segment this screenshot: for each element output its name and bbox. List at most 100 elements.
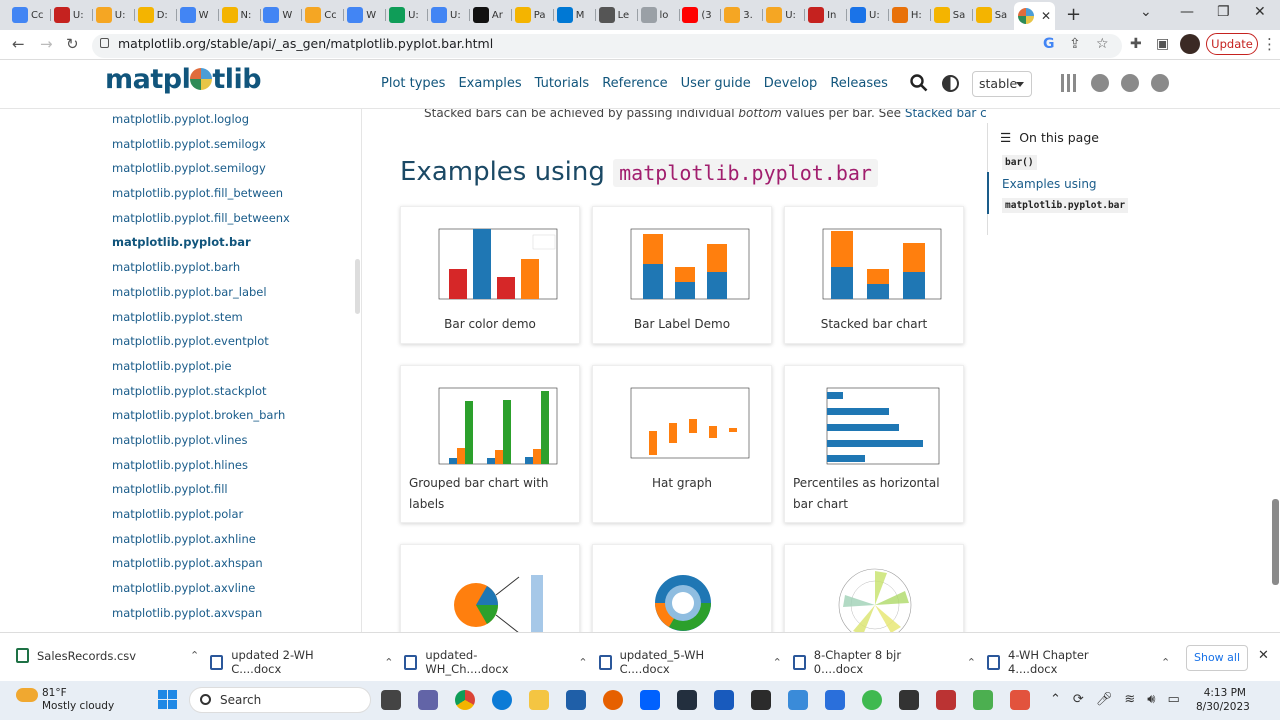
forward-icon[interactable]: → (40, 35, 53, 53)
example-card-percentiles-horizontal-bar[interactable]: Percentiles as horizontal bar chart (784, 365, 964, 523)
version-select[interactable]: stable (972, 71, 1032, 97)
task-view-icon[interactable] (381, 690, 401, 710)
sidebar-item[interactable]: matplotlib.pyplot.bar (112, 235, 290, 260)
example-card-nested-pie[interactable] (592, 544, 772, 632)
back-icon[interactable]: ← (12, 35, 25, 53)
taskbar-search[interactable]: Search (189, 687, 371, 713)
sidebar-item[interactable]: matplotlib.pyplot.eventplot (112, 334, 290, 359)
google-lens-icon[interactable]: G (1043, 36, 1055, 52)
weather-icon[interactable] (16, 688, 38, 702)
sidebar-item[interactable]: matplotlib.pyplot.axvline (112, 581, 290, 606)
chevron-up-icon[interactable]: ⌃ (578, 656, 587, 669)
sidebar-item[interactable]: matplotlib.pyplot.bar_label (112, 285, 290, 310)
discourse-icon[interactable] (1091, 74, 1109, 92)
clock[interactable]: 4:13 PM 8/30/2023 (1196, 686, 1250, 714)
browser-tab[interactable]: W (347, 4, 378, 26)
browser-tab[interactable]: U: (850, 4, 881, 26)
page-scrollbar[interactable] (1272, 499, 1279, 585)
sidebar-item[interactable]: matplotlib.pyplot.fill_betweenx (112, 211, 290, 236)
browser-menu-icon[interactable]: ⋮ (1262, 35, 1277, 53)
store-icon[interactable] (566, 690, 586, 710)
app-green-icon[interactable] (973, 690, 993, 710)
edge-icon[interactable] (492, 690, 512, 710)
example-card-stacked-bar-chart[interactable]: Stacked bar chart (784, 206, 964, 344)
chrome-icon[interactable] (455, 690, 475, 710)
firefox-icon[interactable] (603, 690, 623, 710)
download-item[interactable]: updated 2-WH C....docx ⌃ (210, 648, 393, 676)
download-item[interactable]: updated_5-WH C....docx ⌃ (598, 648, 782, 676)
sidebar-item[interactable]: matplotlib.pyplot.broken_barh (112, 408, 290, 433)
show-hidden-icons-icon[interactable]: ⌃ (1050, 692, 1061, 707)
browser-tab[interactable]: U: (766, 4, 797, 26)
browser-tab[interactable]: U: (389, 4, 420, 26)
browser-tab[interactable]: N: (221, 4, 253, 26)
example-card-hat-graph[interactable]: Hat graph (592, 365, 772, 523)
sidebar-item[interactable]: matplotlib.pyplot.fill_between (112, 186, 290, 211)
profile-avatar[interactable] (1180, 34, 1200, 54)
browser-tab[interactable]: Le (598, 4, 630, 26)
toc-entry-bar[interactable]: bar() (1002, 155, 1037, 170)
chevron-up-icon[interactable]: ⌃ (384, 656, 393, 669)
app-red-icon[interactable] (1010, 690, 1030, 710)
share-icon[interactable]: ⇪ (1069, 36, 1081, 52)
browser-tab[interactable]: U: (431, 4, 462, 26)
chevron-up-icon[interactable]: ⌃ (190, 649, 199, 662)
extensions-icon[interactable]: ✚ (1130, 36, 1142, 52)
download-item[interactable]: 4-WH Chapter 4....docx ⌃ (987, 648, 1170, 676)
sidebar-item[interactable]: matplotlib.pyplot.hlines (112, 458, 290, 483)
download-item[interactable]: updated-WH_Ch....docx ⌃ (404, 648, 588, 676)
maximize-icon[interactable]: ❐ (1217, 4, 1230, 20)
browser-tab[interactable]: Sa (933, 4, 965, 26)
close-window-icon[interactable]: ✕ (1254, 4, 1266, 20)
sidebar-item[interactable]: matplotlib.pyplot.semilogx (112, 137, 290, 162)
teams-chat-icon[interactable] (418, 690, 438, 710)
microphone-icon[interactable]: 🎤︎ (1096, 692, 1113, 707)
wifi-icon[interactable]: ≋ (1124, 692, 1135, 707)
download-item[interactable]: SalesRecords.csv ⌃ (16, 648, 199, 663)
sidebar-item[interactable]: matplotlib.pyplot.pie (112, 359, 290, 384)
browser-tab[interactable]: Cc (12, 4, 43, 26)
browser-tab[interactable]: U: (95, 4, 127, 26)
twitter-icon[interactable] (1151, 74, 1169, 92)
tab-search-chevron-icon[interactable]: ⌄ (1140, 4, 1152, 20)
chevron-up-icon[interactable]: ⌃ (967, 656, 976, 669)
nav-item-tutorials[interactable]: Tutorials (535, 76, 590, 91)
sidebar-scrollbar[interactable] (355, 259, 360, 314)
sidebar-item[interactable]: matplotlib.pyplot.semilogy (112, 161, 290, 186)
sidebar-item[interactable]: matplotlib.pyplot.axhline (112, 532, 290, 557)
bookmark-star-icon[interactable]: ☆ (1096, 36, 1109, 52)
search-icon[interactable] (910, 74, 928, 92)
file-explorer-icon[interactable] (529, 690, 549, 710)
theme-toggle-icon[interactable] (942, 75, 959, 92)
example-card-bar-of-pie[interactable] (400, 544, 580, 632)
sidebar-item[interactable]: matplotlib.pyplot.stem (112, 310, 290, 335)
browser-tab[interactable]: 3. (724, 4, 755, 26)
show-all-button[interactable]: Show all (1186, 645, 1248, 671)
url-text[interactable]: matplotlib.org/stable/api/_as_gen/matplo… (118, 36, 493, 51)
browser-tab[interactable]: Cc (305, 4, 336, 26)
stacked-bar-chart-link[interactable]: Stacked bar chart (905, 109, 987, 120)
sync-icon[interactable]: ⟳ (1073, 692, 1084, 707)
browser-tab[interactable]: U: (53, 4, 85, 26)
browser-tab[interactable]: In (808, 4, 839, 26)
amazon-icon[interactable] (677, 690, 697, 710)
example-card-grouped-bar-chart[interactable]: Grouped bar chart with labels (400, 365, 580, 523)
browser-tab[interactable]: Sa (975, 4, 1007, 26)
cloud-icon[interactable] (788, 690, 808, 710)
nav-item-releases[interactable]: Releases (830, 76, 888, 91)
nav-item-user-guide[interactable]: User guide (681, 76, 751, 91)
browser-tab[interactable]: D: (137, 4, 169, 26)
sidebar-item[interactable]: matplotlib.pyplot.loglog (112, 112, 290, 137)
word-icon[interactable] (714, 690, 734, 710)
close-download-bar-icon[interactable]: ✕ (1258, 648, 1269, 663)
terminal-icon[interactable] (899, 690, 919, 710)
pycharm-icon[interactable] (751, 690, 771, 710)
sidebar-item[interactable]: matplotlib.pyplot.stackplot (112, 384, 290, 409)
toc-entry-examples-code[interactable]: matplotlib.pyplot.bar (1002, 198, 1129, 213)
battery-icon[interactable]: ▭ (1167, 692, 1179, 707)
matplotlib-logo[interactable]: matpl tlib (105, 64, 262, 95)
sidebar-item[interactable]: matplotlib.pyplot.polar (112, 507, 290, 532)
browser-tab[interactable]: M (556, 4, 588, 26)
toc-entry-examples[interactable]: Examples using (1002, 177, 1097, 191)
example-card-polar-bar[interactable] (784, 544, 964, 632)
